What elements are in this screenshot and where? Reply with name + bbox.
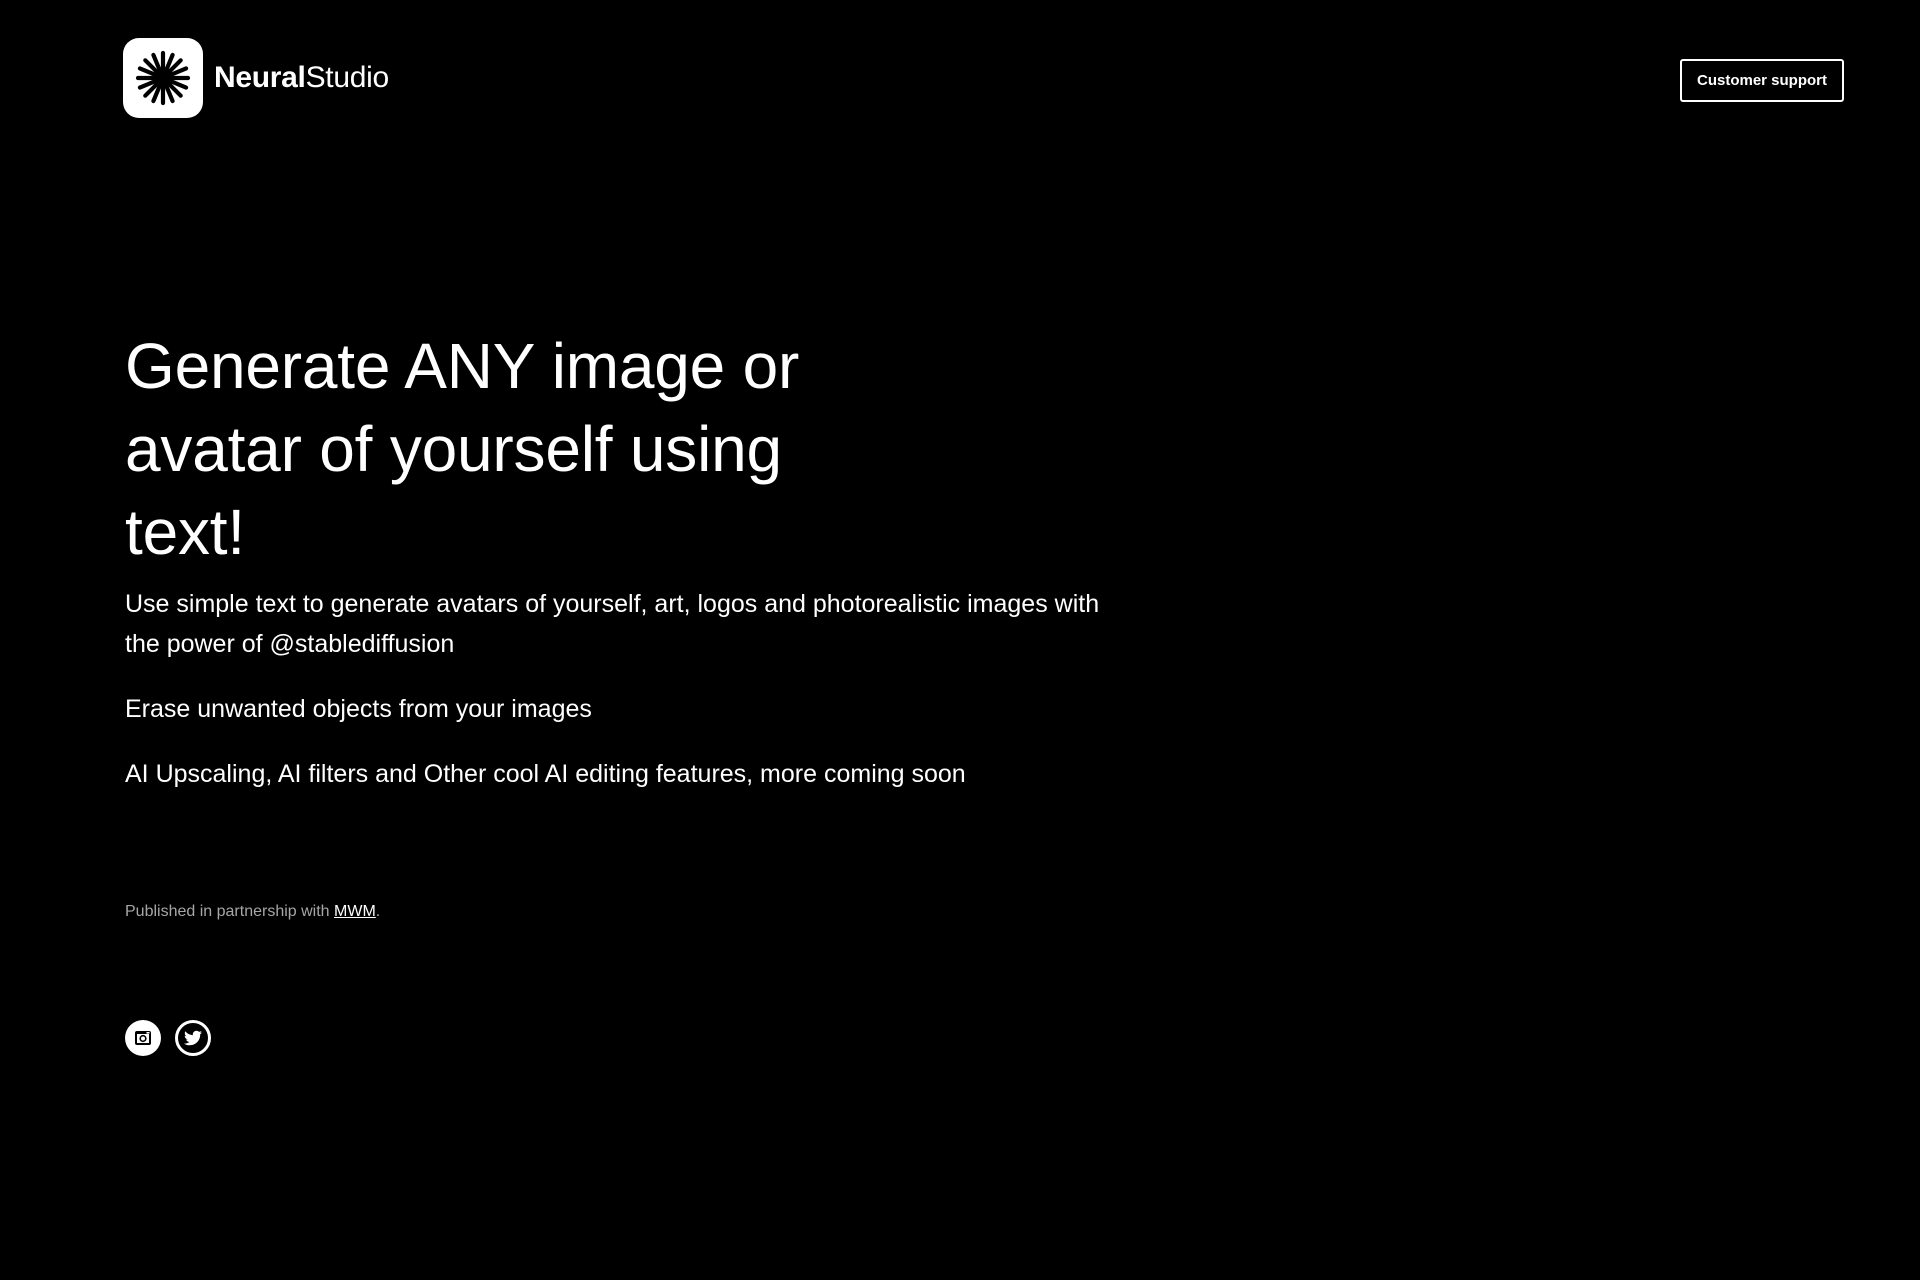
instagram-icon-svg [125, 1020, 161, 1056]
hero-title: Generate ANY image or avatar of yourself… [125, 330, 800, 568]
feature-ai-editing: AI Upscaling, AI filters and Other cool … [125, 760, 966, 788]
customer-support-button[interactable]: Customer support [1680, 59, 1844, 102]
twitter-icon[interactable] [175, 1020, 211, 1056]
brand-name: NeuralStudio [214, 63, 389, 93]
feature-erase-objects: Erase unwanted objects from your images [125, 695, 592, 723]
partnership-suffix: . [375, 903, 381, 920]
twitter-icon-svg [175, 1020, 211, 1056]
brand-name-bold: Neural [214, 61, 306, 94]
partnership-note: Published in partnership with MWM. [125, 900, 380, 924]
logo-mark-svg [135, 50, 191, 106]
instagram-icon[interactable] [125, 1020, 161, 1056]
partner-link-mwm[interactable]: MWM [334, 903, 376, 920]
asterisk-burst-icon [123, 38, 203, 118]
partnership-prefix: Published in partnership with [125, 903, 335, 920]
hero-description: Use simple text to generate avatars of y… [125, 590, 1100, 658]
brand-logo-link[interactable]: NeuralStudio [123, 38, 389, 118]
brand-name-light: Studio [305, 61, 390, 94]
social-links [125, 1020, 211, 1056]
